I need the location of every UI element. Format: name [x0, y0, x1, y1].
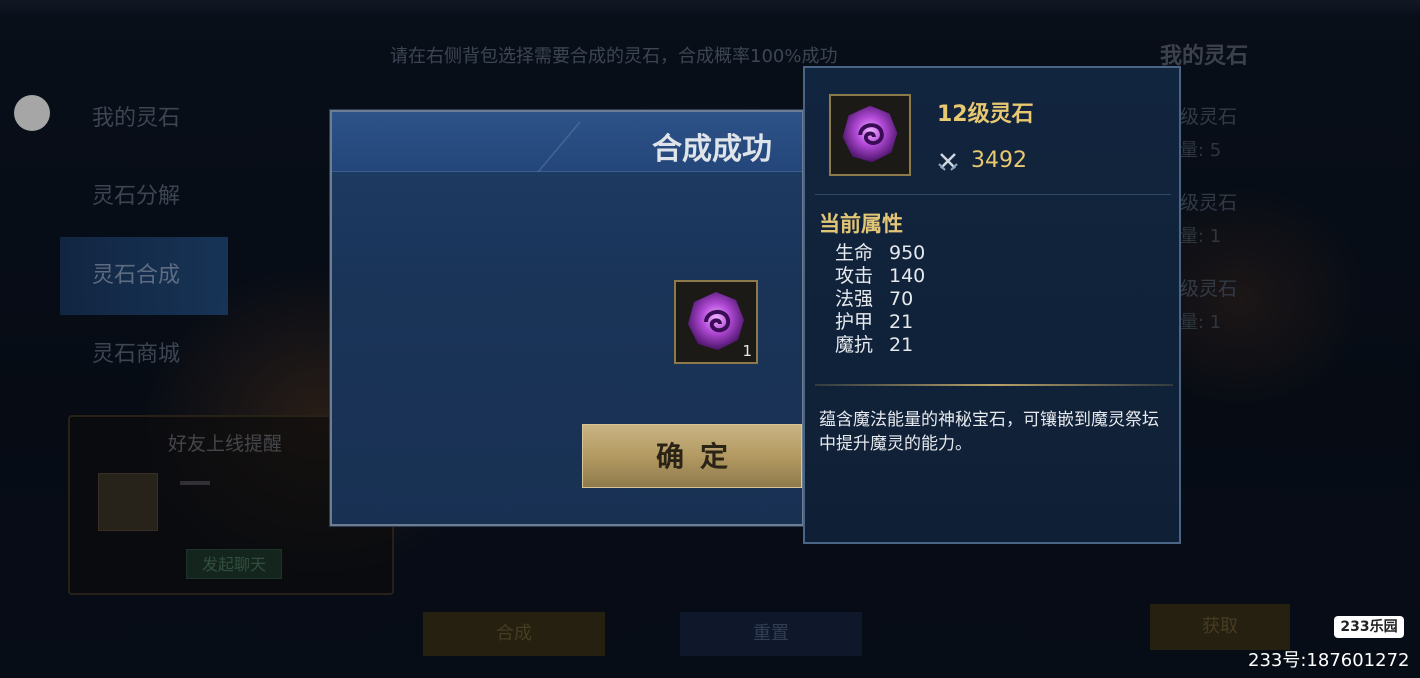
- dialog-header: 合成成功: [332, 112, 802, 172]
- stat-row: 护甲 21: [835, 311, 913, 334]
- header-decoration: [537, 122, 629, 172]
- stat-label: 护甲: [835, 311, 874, 333]
- stat-row: 法强 70: [835, 288, 913, 311]
- stat-row: 攻击 140: [835, 265, 925, 288]
- tooltip-divider: [815, 194, 1171, 195]
- result-item-slot[interactable]: 1: [674, 280, 758, 364]
- stat-value: 140: [889, 265, 926, 287]
- tooltip-gold-divider: [815, 384, 1173, 386]
- platform-badge: 233乐园: [1334, 616, 1404, 638]
- tooltip-item-slot: [829, 94, 911, 176]
- confirm-button[interactable]: 确定: [582, 424, 802, 488]
- result-item-count: 1: [742, 342, 752, 360]
- synthesis-success-dialog: 合成成功 1 确定: [330, 110, 804, 526]
- stat-row: 生命 950: [835, 242, 925, 265]
- stat-row: 魔抗 21: [835, 334, 913, 357]
- tooltip-power-value: 3492: [971, 148, 1027, 173]
- dialog-title: 合成成功: [652, 132, 772, 167]
- tooltip-description: 蕴含魔法能量的神秘宝石，可镶嵌到魔灵祭坛中提升魔灵的能力。: [819, 410, 1159, 454]
- stat-label: 法强: [835, 288, 874, 310]
- stat-label: 攻击: [835, 265, 874, 287]
- stat-value: 21: [889, 311, 914, 333]
- stat-value: 21: [889, 334, 914, 356]
- purple-gem-icon: [842, 105, 898, 163]
- stat-value: 70: [889, 288, 914, 310]
- tooltip-section-title: 当前属性: [819, 212, 903, 236]
- crossed-swords-icon: [938, 153, 958, 171]
- stat-label: 魔抗: [835, 334, 874, 356]
- stat-value: 950: [889, 242, 926, 264]
- platform-user-id: 233号:187601272: [1248, 650, 1410, 671]
- tooltip-item-name: 12级灵石: [937, 102, 1034, 127]
- item-tooltip: 12级灵石 3492 当前属性 生命 950 攻击 140 法强 70 护甲 21 魔抗…: [803, 66, 1181, 544]
- stat-label: 生命: [835, 242, 874, 264]
